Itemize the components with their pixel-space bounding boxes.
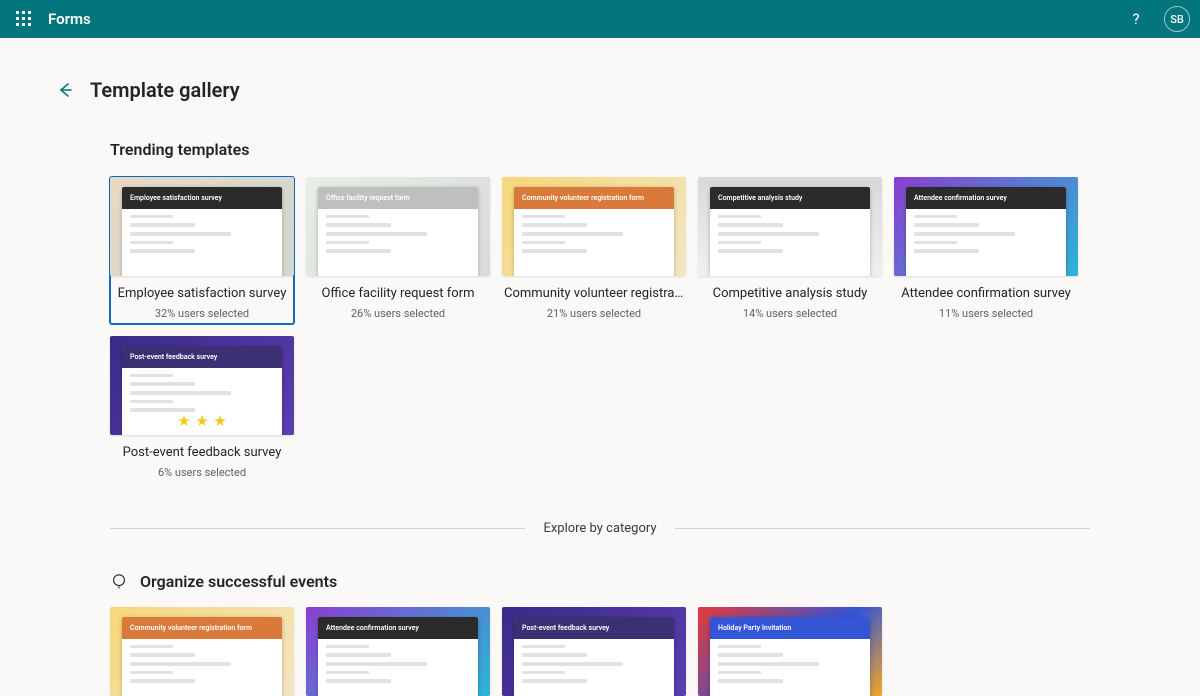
template-thumbnail: Holiday Party Invitation xyxy=(698,607,882,696)
waffle-icon xyxy=(16,11,32,27)
template-card[interactable]: Post-event feedback survey Post-event fee… xyxy=(110,336,294,479)
category-divider: Explore by category xyxy=(110,521,1090,536)
template-card-title: Competitive analysis study xyxy=(698,286,882,301)
template-card[interactable]: Attendee confirmation survey xyxy=(306,607,490,696)
template-thumbnail: Post-event feedback survey xyxy=(110,336,294,435)
template-card-subtitle: 11% users selected xyxy=(894,307,1078,320)
template-card[interactable]: Community volunteer registration form xyxy=(110,607,294,696)
template-thumb-title: Holiday Party Invitation xyxy=(710,617,870,639)
template-thumb-title: Competitive analysis study xyxy=(710,187,870,209)
divider-label: Explore by category xyxy=(543,521,656,536)
app-header: Forms ? SB xyxy=(0,0,1200,38)
template-thumbnail: Office facility request form xyxy=(306,177,490,276)
template-thumb-title: Post-event feedback survey xyxy=(514,617,674,639)
template-card-title: Office facility request form xyxy=(306,286,490,301)
template-thumb-title: Office facility request form xyxy=(318,187,478,209)
template-card-subtitle: 21% users selected xyxy=(502,307,686,320)
template-thumbnail: Attendee confirmation survey xyxy=(306,607,490,696)
template-card[interactable]: Attendee confirmation survey Attendee con… xyxy=(894,177,1078,324)
waffle-button[interactable] xyxy=(10,5,38,33)
template-card-subtitle: 14% users selected xyxy=(698,307,882,320)
template-card-subtitle: 32% users selected xyxy=(110,307,294,320)
help-button[interactable]: ? xyxy=(1122,5,1150,33)
template-card[interactable]: Employee satisfaction survey Employee sat… xyxy=(110,177,294,324)
template-thumbnail: Community volunteer registration form xyxy=(110,607,294,696)
help-icon: ? xyxy=(1132,10,1139,28)
template-thumb-title: Post-event feedback survey xyxy=(122,346,282,368)
trending-grid: Employee satisfaction survey Employee sat… xyxy=(110,177,1090,479)
template-thumbnail: Community volunteer registration form xyxy=(502,177,686,276)
arrow-left-icon xyxy=(57,82,73,98)
template-thumbnail: Post-event feedback survey xyxy=(502,607,686,696)
events-grid: Community volunteer registration form Att… xyxy=(110,607,1090,696)
template-thumb-title: Community volunteer registration form xyxy=(122,617,282,639)
app-name: Forms xyxy=(48,10,91,28)
events-section-title: Organize successful events xyxy=(140,572,337,591)
template-card-subtitle: 6% users selected xyxy=(110,466,294,479)
template-card-title: Employee satisfaction survey xyxy=(110,286,294,301)
template-thumb-title: Attendee confirmation survey xyxy=(318,617,478,639)
template-card[interactable]: Holiday Party Invitation xyxy=(698,607,882,696)
template-card-subtitle: 26% users selected xyxy=(306,307,490,320)
template-card-title: Community volunteer registratio... xyxy=(502,286,686,301)
user-initials: SB xyxy=(1170,13,1184,26)
template-thumbnail: Competitive analysis study xyxy=(698,177,882,276)
trending-section-title: Trending templates xyxy=(110,140,1090,159)
template-card[interactable]: Competitive analysis study Competitive an… xyxy=(698,177,882,324)
user-avatar[interactable]: SB xyxy=(1164,6,1190,32)
template-thumbnail: Attendee confirmation survey xyxy=(894,177,1078,276)
template-thumb-title: Community volunteer registration form xyxy=(514,187,674,209)
template-card-title: Attendee confirmation survey xyxy=(894,286,1078,301)
balloon-icon xyxy=(110,573,128,591)
template-card-title: Post-event feedback survey xyxy=(110,445,294,460)
template-card[interactable]: Community volunteer registration form Com… xyxy=(502,177,686,324)
page-title: Template gallery xyxy=(90,78,240,102)
template-thumb-title: Employee satisfaction survey xyxy=(122,187,282,209)
template-thumbnail: Employee satisfaction survey xyxy=(110,177,294,276)
template-thumb-title: Attendee confirmation survey xyxy=(906,187,1066,209)
template-card[interactable]: Office facility request form Office facil… xyxy=(306,177,490,324)
template-card[interactable]: Post-event feedback survey xyxy=(502,607,686,696)
back-button[interactable] xyxy=(54,79,76,101)
